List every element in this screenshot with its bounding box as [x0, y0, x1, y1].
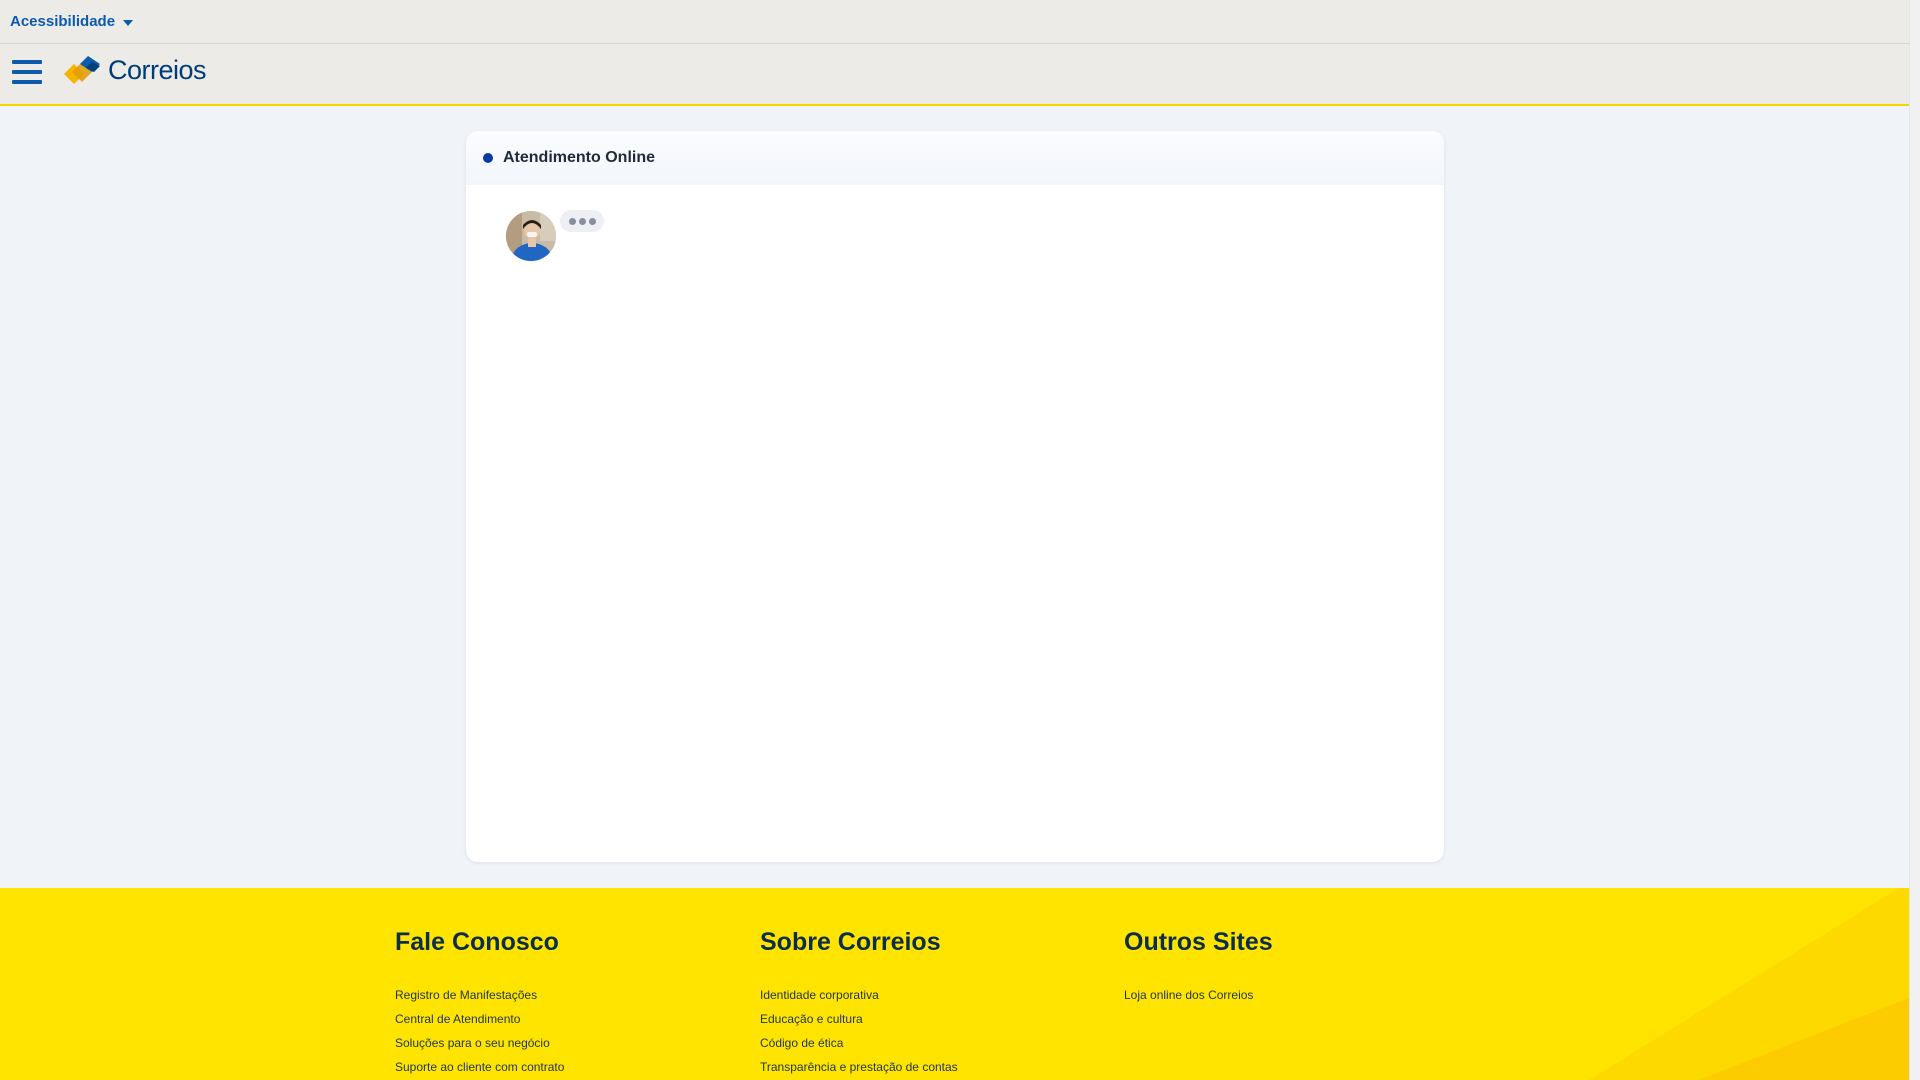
footer-link[interactable]: Soluções para o seu negócio — [395, 1031, 564, 1055]
footer-column-sobre-correios: Sobre Correios Identidade corporativa Ed… — [760, 928, 958, 1079]
caret-down-icon — [123, 20, 134, 26]
correios-logo-icon — [64, 56, 100, 84]
typing-dot-icon — [578, 217, 586, 225]
footer-column-outros-sites: Outros Sites Loja online dos Correios — [1124, 928, 1273, 1007]
site-footer: Fale Conosco Registro de Manifestações C… — [0, 888, 1909, 1080]
online-status-icon — [483, 153, 493, 163]
accessibility-bar: Acessibilidade — [0, 0, 1909, 44]
agent-avatar — [506, 211, 556, 261]
accessibility-dropdown[interactable]: Acessibilidade — [10, 13, 134, 30]
typing-dot-icon — [568, 217, 576, 225]
chat-header: Atendimento Online — [466, 131, 1444, 185]
page-scrollbar[interactable] — [1909, 0, 1920, 1080]
footer-column-fale-conosco: Fale Conosco Registro de Manifestações C… — [395, 928, 564, 1079]
footer-link[interactable]: Educação e cultura — [760, 1007, 958, 1031]
brand-name: Correios — [108, 54, 207, 85]
footer-heading: Fale Conosco — [395, 928, 559, 956]
correios-logo[interactable]: Correios — [62, 54, 207, 86]
footer-decoration — [1589, 888, 1909, 1080]
footer-link[interactable]: Suporte ao cliente com contrato — [395, 1055, 564, 1079]
footer-heading: Sobre Correios — [760, 928, 941, 956]
page: Acessibilidade Correios Atendimento Onli… — [0, 0, 1920, 1080]
typing-dot-icon — [588, 217, 596, 225]
footer-link[interactable]: Central de Atendimento — [395, 1007, 564, 1031]
footer-link[interactable]: Loja online dos Correios — [1124, 983, 1273, 1007]
footer-heading: Outros Sites — [1124, 928, 1273, 956]
site-header: Correios — [0, 44, 1909, 106]
typing-indicator — [560, 210, 604, 232]
footer-link[interactable]: Registro de Manifestações — [395, 983, 564, 1007]
footer-link[interactable]: Identidade corporativa — [760, 983, 958, 1007]
chat-title: Atendimento Online — [503, 149, 655, 166]
chat-messages[interactable] — [466, 185, 1444, 862]
menu-icon[interactable] — [12, 58, 42, 86]
footer-link[interactable]: Transparência e prestação de contas — [760, 1055, 958, 1079]
accessibility-label: Acessibilidade — [10, 13, 116, 30]
chat-window: Atendimento Online — [466, 131, 1444, 862]
footer-link[interactable]: Código de ética — [760, 1031, 958, 1055]
